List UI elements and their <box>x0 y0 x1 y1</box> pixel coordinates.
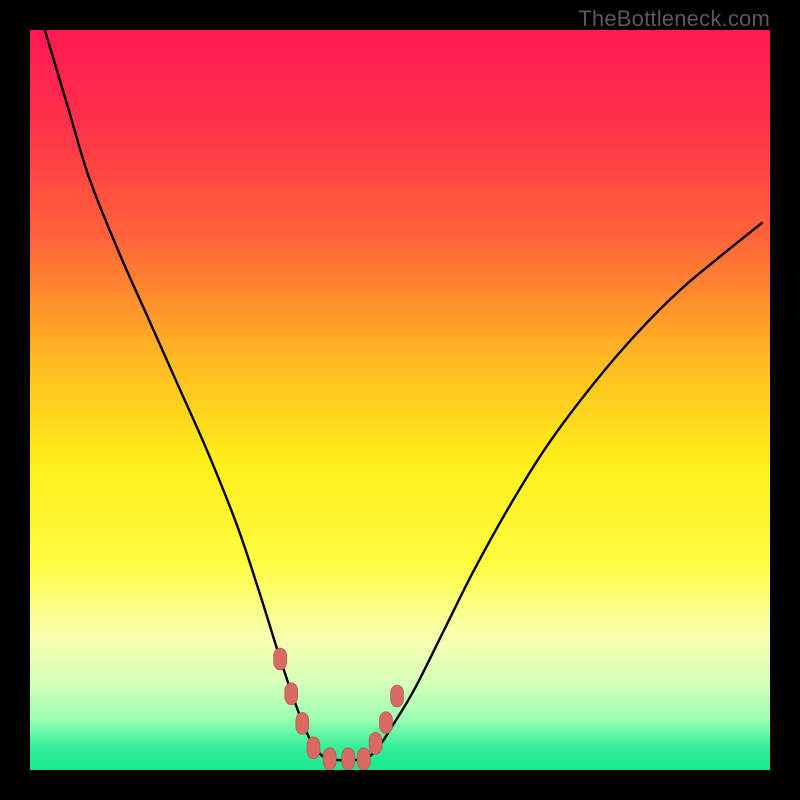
curve-marker <box>391 685 404 707</box>
curve-marker <box>323 748 336 770</box>
watermark-text: TheBottleneck.com <box>578 6 770 32</box>
curve-marker <box>285 683 298 705</box>
chart-root: TheBottleneck.com <box>0 0 800 800</box>
curve-marker <box>274 648 287 670</box>
plot-area <box>30 30 770 770</box>
bottleneck-curve <box>45 30 763 760</box>
curve-marker <box>296 712 309 734</box>
curve-marker <box>369 732 382 754</box>
curve-marker <box>357 748 370 770</box>
curve-marker <box>379 712 392 734</box>
curve-layer <box>30 30 770 770</box>
marker-group <box>274 648 404 770</box>
curve-marker <box>307 737 320 759</box>
curve-marker <box>342 748 355 770</box>
